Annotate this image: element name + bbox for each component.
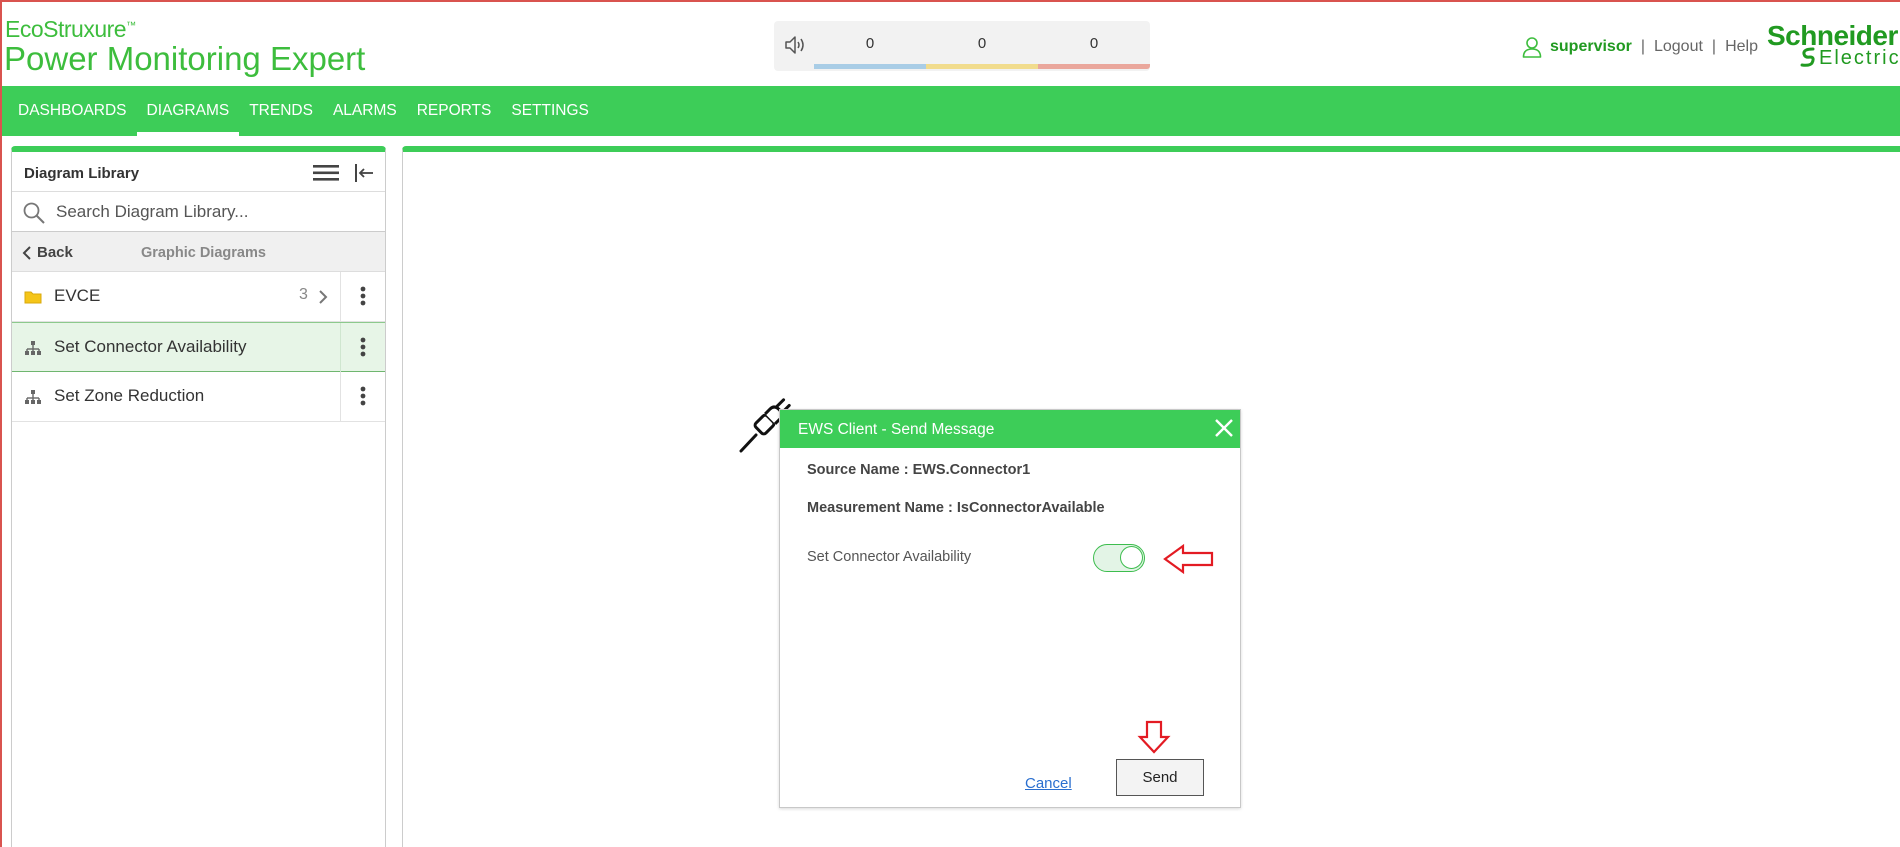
schneider-mark-icon [1800, 47, 1815, 67]
help-link[interactable]: Help [1725, 38, 1758, 56]
item-label: Set Zone Reduction [54, 386, 205, 405]
search-icon [23, 202, 45, 224]
item-label: Set Connector Availability [54, 337, 247, 356]
item-options-button[interactable] [340, 323, 386, 372]
cancel-link[interactable]: Cancel [1025, 775, 1072, 792]
nav-dashboards[interactable]: DASHBOARDS [2, 86, 137, 136]
app-window: EcoStruxure™ Power Monitoring Expert 0 0… [0, 0, 1900, 847]
breadcrumb-row: Back Graphic Diagrams [12, 232, 385, 272]
kebab-menu-icon [360, 286, 366, 306]
chevron-left-icon [22, 245, 31, 260]
send-button[interactable]: Send [1116, 759, 1204, 796]
library-search [12, 192, 385, 232]
close-icon[interactable] [1213, 417, 1235, 439]
search-input[interactable] [56, 198, 376, 226]
schneider-logo: Schneider Electric [1767, 20, 1900, 69]
dialog-header: EWS Client - Send Message [780, 410, 1240, 448]
kebab-menu-icon [360, 337, 366, 357]
item-label: EVCE [54, 286, 101, 305]
folder-icon [24, 291, 42, 304]
alarm-count-high[interactable]: 0 [1038, 21, 1150, 71]
source-name: Source Name : EWS.Connector1 [807, 462, 1031, 478]
library-item-set-zone-reduction[interactable]: Set Zone Reduction [12, 372, 385, 422]
speaker-icon[interactable] [784, 34, 808, 56]
measurement-name: Measurement Name : IsConnectorAvailable [807, 500, 1105, 516]
user-icon [1522, 37, 1542, 58]
diagram-icon [25, 341, 41, 355]
main-nav: DASHBOARDS DIAGRAMS TRENDS ALARMS REPORT… [2, 86, 1900, 136]
nav-trends[interactable]: TRENDS [239, 86, 323, 136]
dialog-title: EWS Client - Send Message [798, 421, 995, 438]
logout-link[interactable]: Logout [1654, 38, 1703, 56]
toggle-label: Set Connector Availability [807, 549, 972, 565]
red-arrow-down-icon [1137, 720, 1171, 754]
nav-settings[interactable]: SETTINGS [501, 86, 599, 136]
alarm-summary[interactable]: 0 0 0 [774, 21, 1150, 71]
kebab-menu-icon [360, 386, 366, 406]
nav-alarms[interactable]: ALARMS [323, 86, 407, 136]
back-button[interactable]: Back [22, 244, 73, 261]
collapse-panel-icon[interactable] [354, 163, 374, 183]
send-message-dialog: EWS Client - Send Message Source Name : … [779, 409, 1241, 808]
library-item-set-connector-availability[interactable]: Set Connector Availability [12, 322, 385, 372]
back-label: Back [37, 244, 73, 261]
diagram-icon [25, 390, 41, 404]
product-title: Power Monitoring Expert [4, 40, 366, 77]
separator: | [1640, 38, 1645, 55]
item-options-button[interactable] [340, 372, 386, 421]
library-title: Diagram Library [24, 165, 140, 182]
nav-reports[interactable]: REPORTS [407, 86, 502, 136]
library-header: Diagram Library [12, 152, 385, 192]
item-count: 3 [299, 286, 308, 303]
username[interactable]: supervisor [1550, 38, 1632, 56]
availability-toggle[interactable] [1093, 544, 1145, 572]
diagram-library-panel: Diagram Library Search Diagram Library..… [11, 146, 386, 847]
nav-diagrams[interactable]: DIAGRAMS [136, 86, 240, 136]
toggle-knob [1120, 546, 1143, 569]
alarm-count-medium[interactable]: 0 [926, 21, 1038, 71]
breadcrumb: Graphic Diagrams [141, 245, 266, 261]
user-area: supervisor | Logout | Help [1522, 36, 1758, 58]
ecostruxure-logo: EcoStruxure™ [5, 16, 136, 42]
chevron-right-icon[interactable] [318, 289, 328, 305]
library-item-evce[interactable]: EVCE 3 [12, 272, 385, 322]
hamburger-menu-icon[interactable] [313, 164, 339, 182]
red-arrow-left-icon [1163, 543, 1214, 575]
separator: | [1711, 38, 1717, 55]
header: EcoStruxure™ Power Monitoring Expert 0 0… [2, 2, 1900, 86]
alarm-count-low[interactable]: 0 [814, 21, 926, 71]
item-options-button[interactable] [340, 272, 386, 321]
